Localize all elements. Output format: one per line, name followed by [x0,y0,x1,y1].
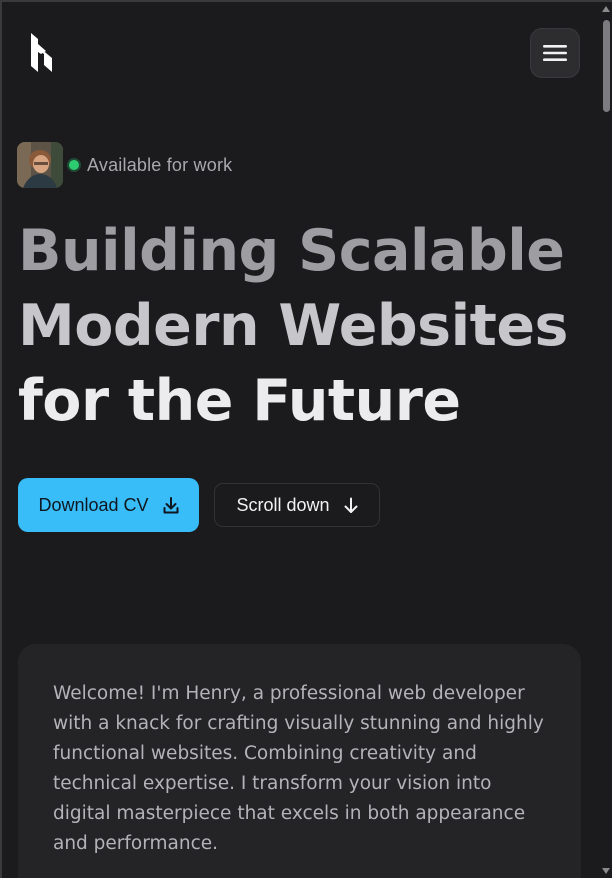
scroll-down-button[interactable]: Scroll down [214,483,380,527]
availability-text: Available for work [87,154,233,175]
hamburger-menu-icon [543,45,567,61]
scroll-down-arrow-icon[interactable] [602,868,610,874]
menu-button[interactable] [530,28,580,78]
download-icon [163,496,179,513]
availability-badge: Available for work [17,142,232,188]
scroll-down-label: Scroll down [236,494,330,515]
intro-text: Welcome! I'm Henry, a professional web d… [53,683,544,854]
arrow-down-icon [344,497,358,513]
online-status-icon [67,158,81,172]
headline-line-1: Building Scalable [18,218,565,284]
h-logo-icon[interactable] [28,30,58,76]
scroll-up-arrow-icon[interactable] [602,6,610,12]
headline-line-2: Modern Websites [18,293,568,359]
avatar [17,142,63,188]
page: Available for work Building Scalable Mod… [0,0,612,878]
download-cv-button[interactable]: Download CV [18,478,199,532]
download-cv-label: Download CV [38,494,149,515]
hero-headline: Building Scalable Modern Websites for th… [18,214,598,439]
scrollbar-thumb[interactable] [603,20,610,112]
scrollbar[interactable] [600,2,612,878]
headline-line-3: for the Future [18,368,461,434]
intro-card: Welcome! I'm Henry, a professional web d… [18,644,581,878]
